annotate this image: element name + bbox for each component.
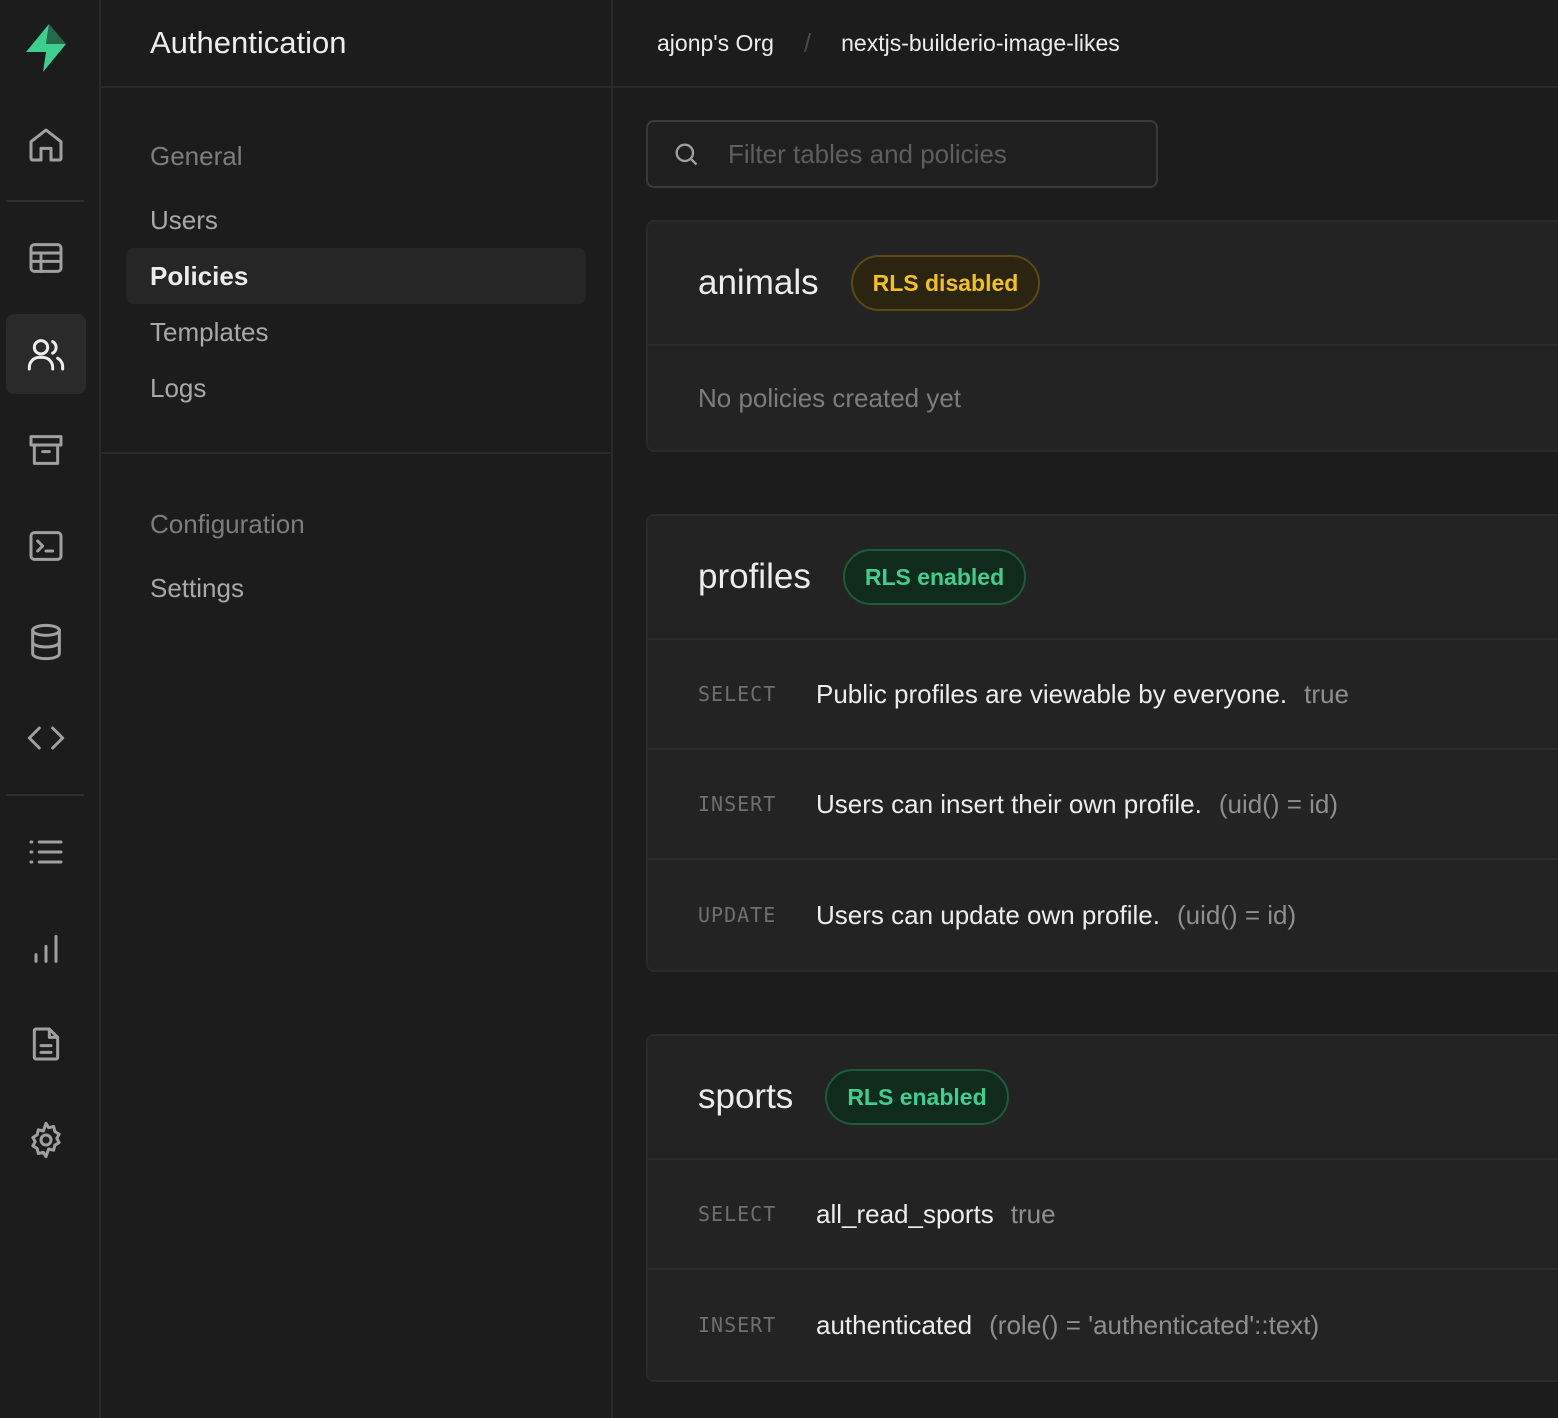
api-button[interactable]	[6, 698, 86, 778]
table-name: sports	[698, 1077, 794, 1116]
reports-button[interactable]	[6, 908, 86, 988]
table-card-sports: sports RLS enabled SELECT all_read_sport…	[646, 1034, 1558, 1382]
sql-editor-button[interactable]	[6, 506, 86, 586]
group-title-general: General	[150, 140, 243, 171]
policy-row[interactable]: UPDATE Users can update own profile. (ui…	[648, 860, 1558, 970]
home-button[interactable]	[6, 105, 86, 185]
policy-row[interactable]: INSERT Users can insert their own profil…	[648, 750, 1558, 860]
card-header: profiles RLS enabled	[648, 516, 1558, 640]
docs-button[interactable]	[6, 1004, 86, 1084]
policy-definition: (uid() = id)	[1176, 899, 1297, 930]
policy-name: all_read_sports	[816, 1198, 994, 1229]
table-card-animals: animals RLS disabled No policies created…	[646, 220, 1558, 452]
card-header: animals RLS disabled	[648, 222, 1558, 346]
archive-icon	[29, 435, 63, 465]
table-name: animals	[698, 263, 819, 302]
authentication-button[interactable]	[6, 314, 86, 394]
policy-name: authenticated	[816, 1309, 973, 1340]
rail-divider	[6, 200, 84, 202]
table-editor-icon	[29, 243, 63, 273]
menu-item-logs[interactable]: Logs	[126, 360, 586, 416]
policies-main: ajonp's Org / nextjs-builderio-image-lik…	[613, 0, 1558, 1418]
group-title-configuration: Configuration	[150, 508, 305, 539]
policy-name: Users can update own profile.	[816, 899, 1160, 930]
terminal-icon	[29, 531, 63, 561]
users-icon	[27, 339, 65, 371]
breadcrumb-org[interactable]: ajonp's Org	[657, 30, 774, 57]
policy-row[interactable]: SELECT all_read_sports true	[648, 1160, 1558, 1270]
search-icon	[675, 143, 698, 166]
policy-command: INSERT	[698, 792, 777, 816]
policy-row[interactable]: SELECT Public profiles are viewable by e…	[648, 640, 1558, 750]
policy-definition: (role() = 'authenticated'::text)	[989, 1309, 1320, 1340]
auth-menu: Authentication General Users Policies Te…	[101, 0, 613, 1418]
logs-button[interactable]	[6, 812, 86, 892]
card-header: sports RLS enabled	[648, 1036, 1558, 1160]
policy-command: INSERT	[698, 1313, 777, 1337]
policy-command: SELECT	[698, 682, 777, 706]
menu-title: Authentication	[150, 25, 347, 60]
breadcrumb: ajonp's Org / nextjs-builderio-image-lik…	[613, 0, 1558, 88]
menu-item-templates[interactable]: Templates	[126, 304, 586, 360]
document-icon	[32, 1027, 60, 1061]
policy-definition: true	[1304, 678, 1349, 709]
rls-status-badge: RLS disabled	[850, 255, 1041, 311]
menu-item-policies[interactable]: Policies	[126, 248, 586, 304]
policy-name: Public profiles are viewable by everyone…	[816, 678, 1288, 709]
empty-policies-text: No policies created yet	[698, 382, 962, 413]
settings-button[interactable]	[6, 1100, 86, 1180]
policy-command: SELECT	[698, 1202, 777, 1226]
policy-command: UPDATE	[698, 903, 777, 927]
policy-definition: true	[1010, 1198, 1056, 1229]
filter-input[interactable]	[728, 138, 1128, 170]
rls-status-badge: RLS enabled	[825, 1069, 1009, 1125]
table-name: profiles	[698, 557, 811, 596]
policy-row[interactable]: INSERT authenticated (role() = 'authenti…	[648, 1270, 1558, 1380]
database-button[interactable]	[6, 602, 86, 682]
rail-divider	[6, 794, 84, 796]
breadcrumb-separator: /	[803, 27, 812, 58]
app-root: Authentication General Users Policies Te…	[0, 0, 1558, 1418]
table-editor-button[interactable]	[6, 218, 86, 298]
configuration-group: Configuration Settings	[101, 454, 611, 616]
menu-item-settings[interactable]: Settings	[126, 560, 586, 616]
breadcrumb-project[interactable]: nextjs-builderio-image-likes	[841, 30, 1120, 57]
home-icon	[29, 128, 63, 162]
policy-name: Users can insert their own profile.	[816, 788, 1202, 819]
gear-icon	[31, 1121, 61, 1159]
general-group: General Users Policies Templates Logs	[101, 88, 611, 452]
bar-chart-icon	[34, 934, 58, 963]
menu-item-users[interactable]: Users	[126, 192, 586, 248]
icon-rail	[0, 0, 101, 1418]
table-card-profiles: profiles RLS enabled SELECT Public profi…	[646, 514, 1558, 972]
policy-definition: (uid() = id)	[1218, 788, 1339, 819]
code-icon	[27, 726, 65, 750]
database-icon	[31, 623, 61, 661]
rls-status-badge: RLS enabled	[842, 549, 1027, 605]
supabase-logo-icon[interactable]	[20, 22, 72, 74]
menu-header: Authentication	[101, 0, 611, 88]
storage-button[interactable]	[6, 410, 86, 490]
filter-search-box	[646, 120, 1158, 188]
list-icon	[29, 840, 63, 864]
